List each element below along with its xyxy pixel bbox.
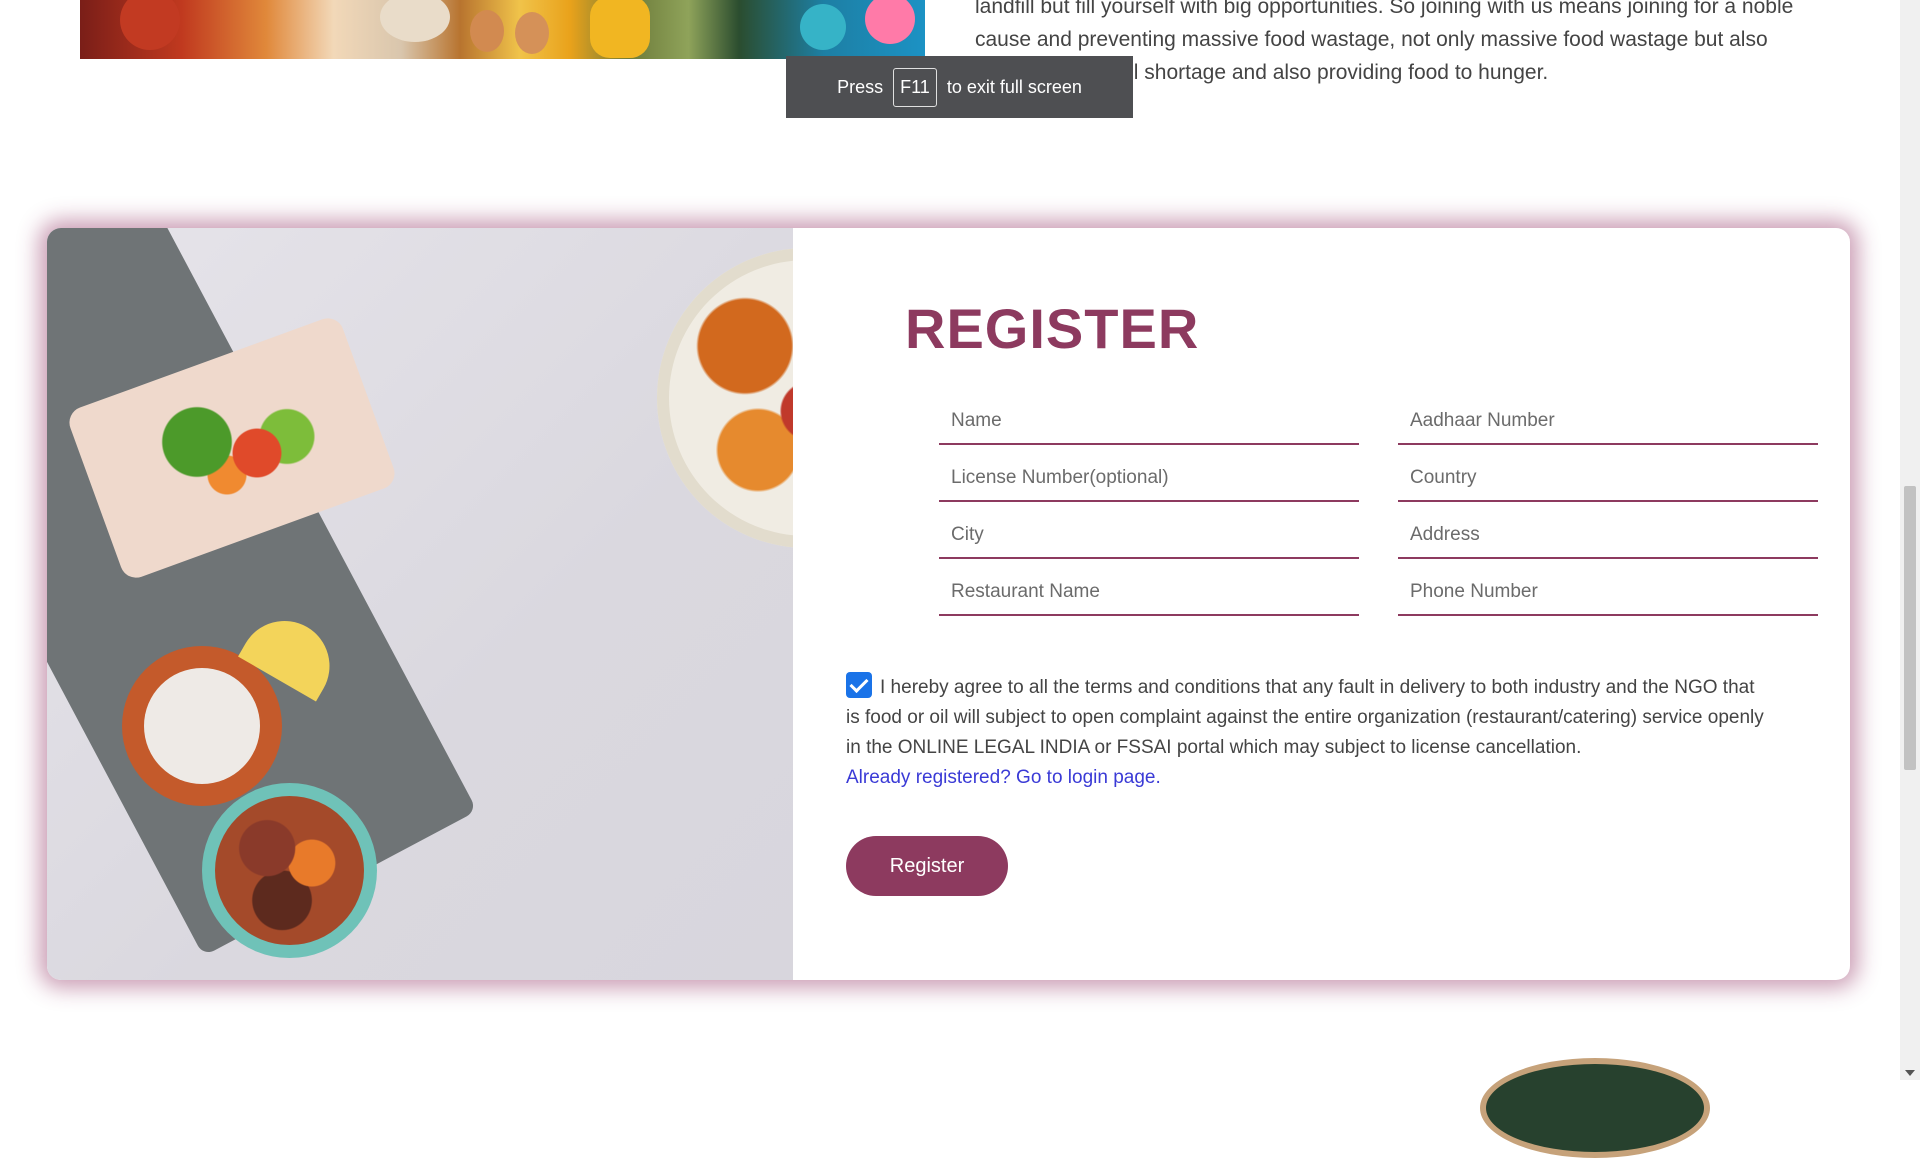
fullscreen-notice: Press F11 to exit full screen (786, 56, 1133, 118)
name-field[interactable] (939, 399, 1359, 445)
license-number-field[interactable] (939, 456, 1359, 502)
scrollbar-thumb[interactable] (1904, 486, 1916, 770)
page-scrollbar[interactable] (1900, 0, 1920, 1080)
address-field[interactable] (1398, 513, 1818, 559)
fullscreen-notice-suffix: to exit full screen (946, 76, 1082, 97)
f11-key-badge: F11 (893, 67, 937, 107)
register-button[interactable]: Register (846, 836, 1008, 896)
terms-text: I hereby agree to all the terms and cond… (846, 677, 1764, 758)
food-banner-image (80, 0, 925, 59)
phone-number-field[interactable] (1398, 570, 1818, 616)
terms-checkbox[interactable] (846, 672, 872, 698)
login-link[interactable]: Already registered? Go to login page. (846, 763, 1766, 793)
scroll-down-arrow-icon[interactable] (1905, 1070, 1915, 1076)
country-field[interactable] (1398, 456, 1818, 502)
bottom-bowl-image (1480, 1058, 1710, 1158)
fullscreen-notice-prefix: Press (837, 76, 884, 97)
register-title: REGISTER (905, 297, 1200, 360)
food-illustration-image (47, 228, 793, 980)
city-field[interactable] (939, 513, 1359, 559)
aadhaar-number-field[interactable] (1398, 399, 1818, 445)
terms-block: I hereby agree to all the terms and cond… (846, 672, 1766, 793)
restaurant-name-field[interactable] (939, 570, 1359, 616)
